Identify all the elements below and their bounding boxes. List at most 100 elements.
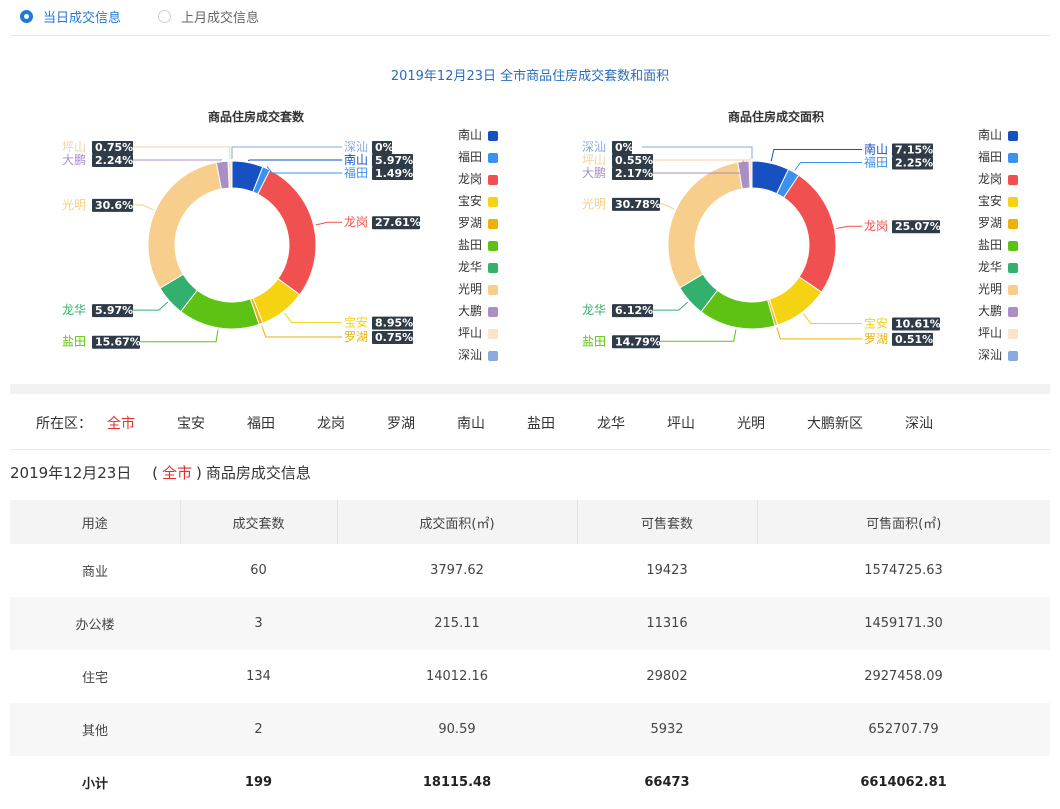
pie-label-value: 2.24% — [95, 154, 133, 167]
district-pingshan[interactable]: 坪山 — [667, 413, 695, 433]
tab-last-month[interactable]: 上月成交信息 — [158, 7, 259, 26]
legend-swatch[interactable] — [488, 153, 498, 163]
table-cell: 199 — [180, 756, 337, 809]
pie-label-value: 27.61% — [375, 216, 421, 229]
legend-swatch[interactable] — [1008, 351, 1018, 361]
legend-label: 盐田 — [978, 238, 1002, 252]
district-longhua[interactable]: 龙华 — [597, 413, 625, 433]
table-cell: 其他 — [10, 703, 180, 756]
pie-label-line — [804, 314, 862, 324]
table-cell: 29802 — [577, 650, 757, 703]
pie-label-name: 南山 — [864, 141, 888, 156]
pie-slice-坪山[interactable] — [228, 161, 232, 188]
table-cell: 住宅 — [10, 650, 180, 703]
pie-label-name: 大鹏 — [582, 166, 606, 180]
table-cell: 215.11 — [337, 597, 577, 650]
legend-swatch[interactable] — [1008, 131, 1018, 141]
district-dapeng[interactable]: 大鹏新区 — [807, 413, 863, 433]
pie-chart-title: 商品住房成交面积 — [728, 109, 824, 124]
table-cell: 小计 — [10, 756, 180, 809]
table-title-region: 全市 — [162, 464, 192, 482]
legend-swatch[interactable] — [488, 241, 498, 251]
legend-swatch[interactable] — [1008, 197, 1018, 207]
district-nanshan[interactable]: 南山 — [457, 413, 485, 433]
district-filter-label: 所在区： — [36, 413, 92, 433]
legend-label: 罗湖 — [458, 215, 482, 230]
pie-label-line — [771, 149, 862, 161]
legend-swatch[interactable] — [488, 263, 498, 273]
pie-label-value: 0% — [615, 141, 634, 154]
pie-label-value: 14.79% — [615, 335, 661, 348]
district-luohu[interactable]: 罗湖 — [387, 413, 415, 433]
section-separator — [10, 384, 1050, 394]
pie-label-line — [262, 326, 342, 337]
district-yantian[interactable]: 盐田 — [527, 413, 555, 433]
pie-label-name: 龙华 — [62, 303, 86, 317]
legend-label: 南山 — [458, 127, 482, 142]
district-futian[interactable]: 福田 — [247, 413, 275, 433]
legend-swatch[interactable] — [488, 307, 498, 317]
pie-slice-龙岗[interactable] — [784, 175, 836, 292]
legend-swatch[interactable] — [488, 329, 498, 339]
legend-swatch[interactable] — [488, 197, 498, 207]
pie-label-name: 龙岗 — [864, 219, 888, 233]
pie-label-line — [642, 147, 752, 159]
legend-swatch[interactable] — [1008, 329, 1018, 339]
table-cell: 66473 — [577, 756, 757, 809]
pie-label-value: 10.61% — [895, 317, 941, 330]
legend-swatch[interactable] — [1008, 175, 1018, 185]
pie-slice-坪山[interactable] — [749, 161, 752, 188]
district-all[interactable]: 全市 — [107, 413, 135, 433]
legend-swatch[interactable] — [1008, 285, 1018, 295]
col-header-avail-count: 可售套数 — [577, 500, 757, 544]
pie-chart-1: 商品住房成交套数南山5.97%福田1.49%龙岗27.61%宝安8.95%罗湖0… — [62, 109, 498, 362]
pie-label-line — [316, 222, 342, 225]
pie-chart-title: 商品住房成交套数 — [208, 109, 305, 124]
legend-label: 福田 — [458, 149, 482, 164]
legend-swatch[interactable] — [1008, 263, 1018, 273]
table-cell: 19423 — [577, 544, 757, 597]
table-cell: 14012.16 — [337, 650, 577, 703]
pie-label-line — [122, 147, 230, 159]
table-cell: 60 — [180, 544, 337, 597]
legend-swatch[interactable] — [488, 131, 498, 141]
pie-label-value: 8.95% — [375, 317, 413, 330]
legend-label: 深汕 — [458, 348, 482, 362]
district-shenshan[interactable]: 深汕 — [905, 413, 933, 433]
pie-label-name: 大鹏 — [62, 153, 86, 167]
legend-label: 盐田 — [458, 238, 482, 252]
district-longgang[interactable]: 龙岗 — [317, 413, 345, 433]
pie-slice-龙岗[interactable] — [258, 170, 316, 295]
legend-swatch[interactable] — [488, 351, 498, 361]
divider — [10, 449, 1050, 450]
table-row: 住宅 134 14012.16 29802 2927458.09 — [10, 650, 1050, 703]
legend-swatch[interactable] — [1008, 153, 1018, 163]
legend-swatch[interactable] — [488, 285, 498, 295]
pie-slice-光明[interactable] — [148, 162, 221, 288]
tab-today[interactable]: 当日成交信息 — [20, 7, 121, 26]
table-header-row: 用途 成交套数 成交面积(㎡) 可售套数 可售面积(㎡) — [10, 500, 1050, 544]
pie-label-value: 0.51% — [895, 333, 933, 346]
pie-label-name: 坪山 — [62, 140, 86, 154]
pie-label-name: 罗湖 — [864, 331, 888, 346]
legend-swatch[interactable] — [1008, 219, 1018, 229]
pie-slice-光明[interactable] — [668, 162, 742, 288]
table-cell: 2927458.09 — [757, 650, 1050, 703]
table-cell: 1574725.63 — [757, 544, 1050, 597]
period-tabs: 当日成交信息 上月成交信息 — [0, 0, 1060, 34]
pie-label-value: 5.97% — [95, 304, 133, 317]
pie-label-value: 0.55% — [615, 154, 653, 167]
legend-label: 宝安 — [978, 193, 1002, 208]
district-guangming[interactable]: 光明 — [737, 413, 765, 433]
table-cell: 134 — [180, 650, 337, 703]
district-baoan[interactable]: 宝安 — [177, 413, 205, 433]
table-title-suffix: 商品房成交信息 — [206, 464, 311, 482]
pie-label-line — [248, 160, 342, 161]
legend-swatch[interactable] — [1008, 307, 1018, 317]
pie-label-value: 6.12% — [615, 304, 653, 317]
legend-swatch[interactable] — [1008, 241, 1018, 251]
legend-swatch[interactable] — [488, 219, 498, 229]
legend-label: 坪山 — [978, 326, 1002, 340]
legend-swatch[interactable] — [488, 175, 498, 185]
pie-label-name: 宝安 — [344, 315, 368, 330]
